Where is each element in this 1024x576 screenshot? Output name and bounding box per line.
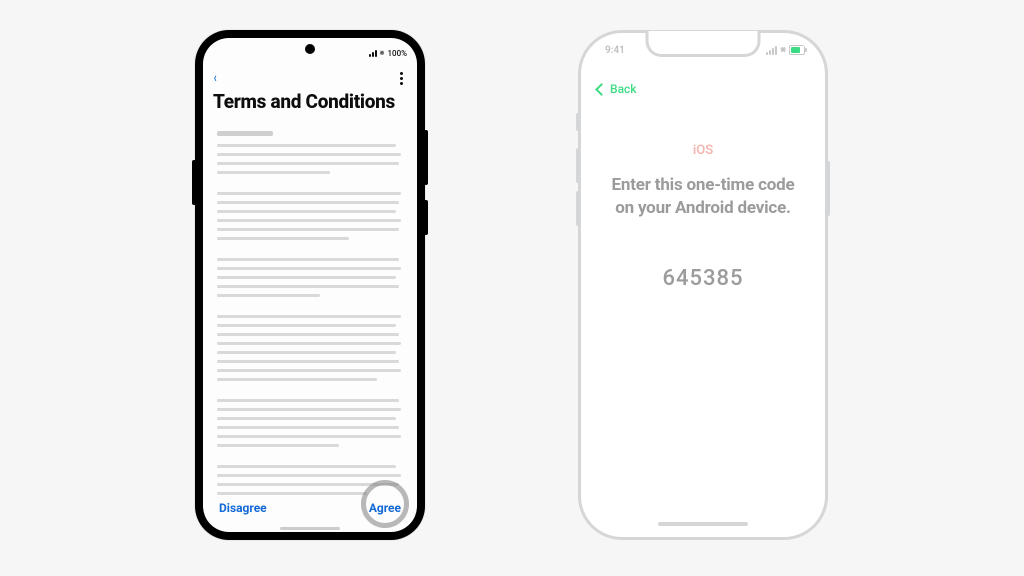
os-label: iOS: [611, 143, 795, 158]
battery-icon: [789, 45, 805, 55]
android-device-frame: ⨳ 100% ‹ Terms and Conditions: [195, 30, 425, 540]
iphone-notch: [646, 31, 761, 57]
iphone-screen: 9:41 ⨳ Back iOS Enter this one-time code…: [587, 39, 819, 531]
code-prompt-text: Enter this one-time code on your Android…: [611, 174, 795, 220]
iphone-power-button: [826, 161, 830, 216]
android-power-button: [424, 200, 428, 235]
iphone-volume-up: [576, 148, 580, 183]
page-title: Terms and Conditions: [203, 88, 417, 119]
one-time-code: 645385: [611, 266, 795, 291]
battery-text: 100%: [387, 49, 407, 58]
signal-icon: [369, 50, 377, 57]
android-side-button: [192, 160, 196, 205]
status-time: 9:41: [605, 45, 625, 56]
android-volume-button: [424, 130, 428, 185]
android-home-indicator: [280, 527, 340, 530]
wifi-icon: ⨳: [380, 48, 385, 58]
wifi-icon: ⨳: [780, 45, 786, 55]
back-button[interactable]: Back: [610, 82, 637, 96]
iphone-nav-bar: Back: [587, 75, 819, 103]
iphone-home-indicator: [658, 522, 748, 526]
android-front-camera: [305, 44, 315, 54]
terms-body-text: [203, 119, 417, 495]
agree-button[interactable]: Agree: [369, 501, 401, 515]
iphone-content: iOS Enter this one-time code on your And…: [587, 103, 819, 291]
android-screen: ⨳ 100% ‹ Terms and Conditions: [203, 38, 417, 532]
android-titlebar: ‹: [203, 68, 417, 88]
back-chevron-icon[interactable]: [595, 83, 608, 96]
cellular-icon: [766, 46, 777, 55]
iphone-volume-down: [576, 191, 580, 226]
android-footer: Disagree Agree: [203, 492, 417, 524]
iphone-mute-switch: [576, 113, 580, 131]
iphone-device-frame: 9:41 ⨳ Back iOS Enter this one-time code…: [578, 30, 828, 540]
more-icon[interactable]: [396, 70, 407, 87]
back-icon[interactable]: ‹: [214, 71, 217, 85]
stage: ⨳ 100% ‹ Terms and Conditions: [0, 0, 1024, 576]
disagree-button[interactable]: Disagree: [219, 501, 267, 515]
